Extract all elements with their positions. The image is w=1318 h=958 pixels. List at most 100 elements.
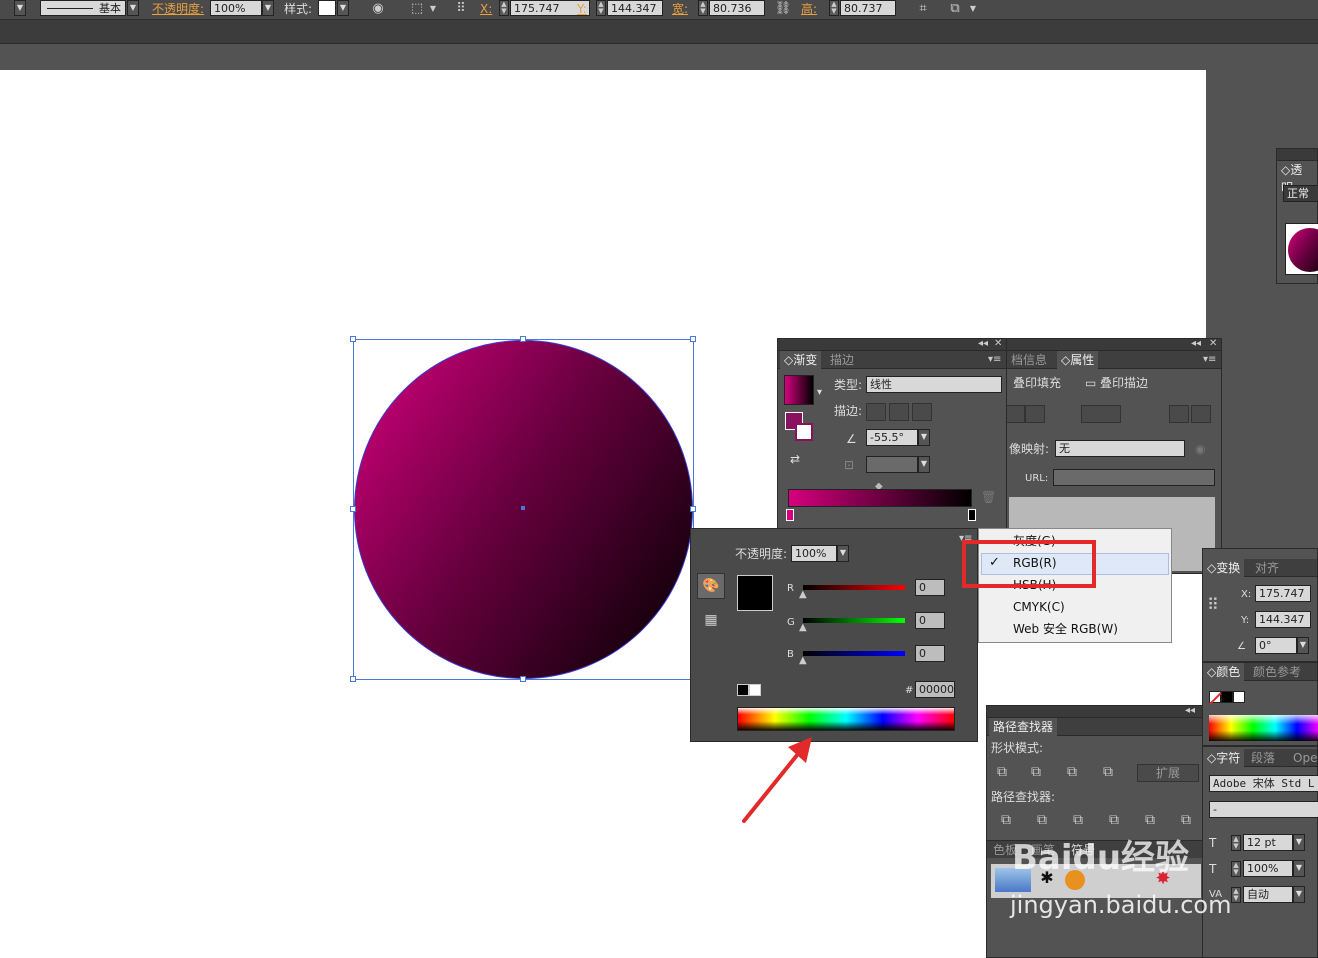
stroke-profile-field[interactable]: 基本 xyxy=(40,0,126,16)
none-swatch[interactable] xyxy=(1209,691,1223,705)
tab-opentype[interactable]: Ope xyxy=(1289,749,1318,767)
chevron-down-icon[interactable]: ▼ xyxy=(14,0,26,16)
intersect-icon[interactable]: ⧉ xyxy=(1067,764,1077,780)
height-spinner[interactable]: ▲ ▼ xyxy=(829,0,839,16)
gradient-preview-swatch[interactable] xyxy=(784,375,814,405)
overprint-fill-label[interactable]: 叠印填充 xyxy=(1013,375,1061,391)
stroke-gradient-button[interactable] xyxy=(866,403,886,421)
panel-menu-icon[interactable]: ▾≡ xyxy=(1203,352,1216,368)
link-icon[interactable]: ⛓ xyxy=(774,0,792,18)
gradient-type-select[interactable]: 线性 xyxy=(866,376,1002,393)
b-slider-track[interactable] xyxy=(803,651,905,656)
resize-handle[interactable] xyxy=(350,506,356,512)
chevron-down-icon[interactable]: ▾ xyxy=(817,385,822,401)
color-swatches-icon[interactable]: 🎨 xyxy=(697,573,725,599)
chevron-down-icon[interactable]: ▼ xyxy=(1293,860,1305,877)
reverse-gradient-icon[interactable]: ⇄ xyxy=(790,451,800,467)
tab-transform[interactable]: ◇变换 xyxy=(1203,559,1245,577)
g-slider-thumb[interactable]: ▲ xyxy=(799,620,807,636)
width-field[interactable]: 80.736 mi xyxy=(709,0,765,31)
angle-field[interactable]: 0° xyxy=(1255,637,1297,654)
transform-each-icon[interactable]: ⌗ xyxy=(914,0,932,18)
chevron-down-icon[interactable]: ▼ xyxy=(262,0,274,16)
chevron-down-icon[interactable]: ▼ xyxy=(1293,886,1305,903)
collapse-icon[interactable]: ◂◂ xyxy=(978,336,988,352)
white-swatch[interactable] xyxy=(749,684,761,696)
shape-button[interactable] xyxy=(1025,405,1045,423)
y-spinner[interactable]: ▲ ▼ xyxy=(596,0,606,16)
opacity-field[interactable]: 100% xyxy=(210,0,262,16)
chevron-down-icon[interactable]: ▼ xyxy=(918,429,930,446)
resize-handle[interactable] xyxy=(690,506,696,512)
opacity-label[interactable]: 不透明度: xyxy=(152,1,204,17)
gradient-stop-end[interactable] xyxy=(968,509,976,521)
b-field[interactable]: 0 xyxy=(915,645,945,662)
tab-color[interactable]: ◇颜色 xyxy=(1203,663,1245,681)
crop-icon[interactable]: ⧉ xyxy=(1109,812,1119,828)
browser-icon[interactable]: ◉ xyxy=(1195,441,1205,457)
chevron-down-icon[interactable]: ▼ xyxy=(1293,834,1305,851)
overprint-stroke-label[interactable]: 叠印描边 xyxy=(1100,375,1148,391)
chevron-down-icon[interactable]: ▼ xyxy=(127,0,139,16)
chevron-down-icon[interactable]: ▼ xyxy=(918,456,930,473)
style-swatch[interactable] xyxy=(318,0,336,16)
black-swatch[interactable] xyxy=(1221,691,1233,703)
color-spectrum[interactable] xyxy=(1209,715,1318,741)
horizontal-scale-field[interactable]: 100% xyxy=(1243,860,1293,877)
r-slider-thumb[interactable]: ▲ xyxy=(799,587,807,603)
expand-button[interactable]: 扩展 xyxy=(1137,764,1199,782)
chevron-down-icon[interactable]: ▼ xyxy=(337,0,349,16)
tab-gradient[interactable]: ◇渐变 xyxy=(780,351,822,369)
hex-field[interactable]: 000000 xyxy=(915,681,955,698)
minus-front-icon[interactable]: ⧉ xyxy=(1031,764,1041,780)
blend-mode-select[interactable]: 正常 xyxy=(1283,185,1318,202)
y-field[interactable]: 144.347 xyxy=(607,0,663,16)
opacity-field[interactable]: 100% xyxy=(791,545,837,562)
chevron-down-icon[interactable]: ▼ xyxy=(837,545,849,562)
white-swatch[interactable] xyxy=(1233,691,1245,703)
transparency-thumbnail[interactable] xyxy=(1285,223,1318,275)
trash-icon[interactable]: 🗑 xyxy=(981,489,996,505)
collapse-icon[interactable]: ◂◂ xyxy=(1185,703,1195,719)
divide-icon[interactable]: ⧉ xyxy=(1001,812,1011,828)
x-field[interactable]: 175.747 xyxy=(1255,585,1311,602)
stroke-swatch[interactable] xyxy=(795,423,813,441)
trim-icon[interactable]: ⧉ xyxy=(1037,812,1047,828)
g-field[interactable]: 0 xyxy=(915,612,945,629)
tab-document-info[interactable]: 档信息 xyxy=(1007,351,1051,369)
tab-align[interactable]: 对齐 xyxy=(1251,559,1283,577)
tracking-field[interactable]: 自动 xyxy=(1243,886,1293,903)
chevron-down-icon[interactable]: ▼ xyxy=(424,0,442,18)
panel-menu-icon[interactable]: ▾≡ xyxy=(988,352,1001,368)
tab-transparency[interactable]: ◇透明 xyxy=(1277,161,1317,195)
r-slider-track[interactable] xyxy=(803,585,905,590)
stroke-gradient-button[interactable] xyxy=(889,403,909,421)
checkbox-icon[interactable]: ▭ xyxy=(1085,375,1096,391)
chevron-down-icon[interactable]: ▼ xyxy=(964,0,982,18)
image-map-select[interactable]: 无 xyxy=(1055,440,1185,457)
menu-item-cmyk[interactable]: CMYK(C) xyxy=(1013,597,1065,617)
swatch-grid-icon[interactable]: ▦ xyxy=(697,609,725,631)
x-spinner[interactable]: ▲ ▼ xyxy=(499,0,509,16)
height-field[interactable]: 80.737 mi xyxy=(840,0,896,31)
color-spectrum[interactable] xyxy=(737,707,955,731)
y-field[interactable]: 144.347 xyxy=(1255,611,1311,628)
gradient-slider[interactable] xyxy=(788,489,972,507)
align-button[interactable] xyxy=(1081,405,1121,423)
angle-field[interactable]: -55.5° xyxy=(866,429,918,446)
close-icon[interactable]: ✕ xyxy=(994,336,1002,352)
resize-handle[interactable] xyxy=(690,336,696,342)
outline-icon[interactable]: ⧉ xyxy=(1145,812,1155,828)
aspect-ratio-field[interactable] xyxy=(866,456,918,473)
r-field[interactable]: 0 xyxy=(915,579,945,596)
minus-back-icon[interactable]: ⧉ xyxy=(1181,812,1191,828)
shape-button[interactable] xyxy=(1005,405,1025,423)
tab-paragraph[interactable]: 段落 xyxy=(1247,749,1279,767)
tab-color-guide[interactable]: 颜色参考 xyxy=(1249,663,1305,681)
close-icon[interactable]: ✕ xyxy=(1209,336,1217,352)
resize-handle[interactable] xyxy=(520,676,526,682)
chevron-down-icon[interactable]: ▼ xyxy=(1297,637,1309,654)
exclude-icon[interactable]: ⧉ xyxy=(1103,764,1113,780)
font-style-field[interactable]: - xyxy=(1209,801,1318,818)
reference-point-icon[interactable]: ⠿ xyxy=(1207,597,1219,613)
